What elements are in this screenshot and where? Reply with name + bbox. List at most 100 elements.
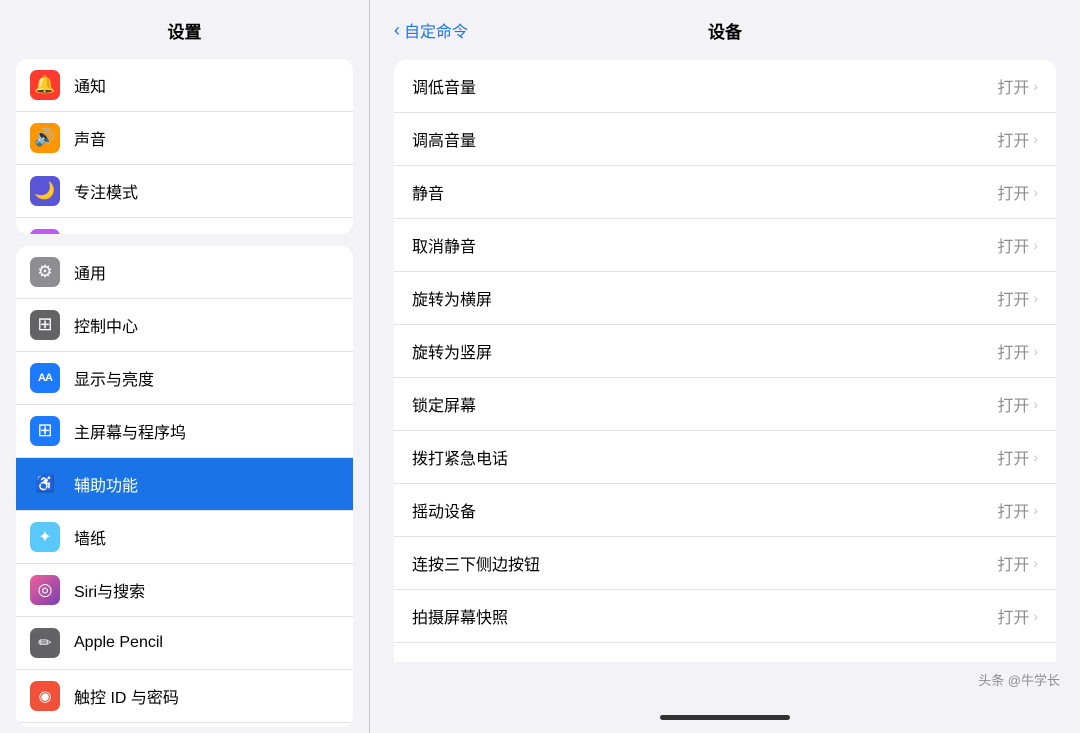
- lower-volume-label: 调低音量: [412, 74, 476, 98]
- settings-group: 调低音量 打开 › 调高音量 打开 › 静音 打开: [394, 60, 1056, 662]
- shake-label: 摇动设备: [412, 498, 476, 522]
- controlcenter-label: 控制中心: [74, 313, 138, 337]
- wallpaper-label: 墙纸: [74, 525, 106, 549]
- right-content: 调低音量 打开 › 调高音量 打开 › 静音 打开: [370, 52, 1080, 662]
- screenshot-chevron: ›: [1033, 608, 1038, 624]
- lock-screen-right: 打开 ›: [997, 392, 1038, 416]
- general-label: 通用: [74, 260, 106, 284]
- unmute-chevron: ›: [1033, 237, 1038, 253]
- raise-volume-chevron: ›: [1033, 131, 1038, 147]
- sidebar-item-screentime[interactable]: ⌛ 屏幕使用时间: [16, 218, 353, 234]
- row-lower-volume[interactable]: 调低音量 打开 ›: [394, 60, 1056, 113]
- siri-label: Siri与搜索: [74, 578, 145, 602]
- row-emergency-call[interactable]: 拨打紧急电话 打开 ›: [394, 431, 1056, 484]
- sidebar-section-1: 🔔 通知 🔊 声音 🌙 专注模式 ⌛ 屏幕使用时间: [16, 59, 353, 234]
- accessibility-icon: ♿: [30, 469, 60, 499]
- controlcenter-icon: ⊞: [30, 310, 60, 340]
- sidebar-title: 设置: [0, 0, 369, 53]
- right-panel: ‹ 自定命令 设备 调低音量 打开 › 调高音量 打开 ›: [370, 0, 1080, 733]
- rotate-landscape-right: 打开 ›: [997, 286, 1038, 310]
- display-icon: AA: [30, 363, 60, 393]
- sounds-label: 声音: [74, 126, 106, 150]
- app-container: 设置 🔔 通知 🔊 声音 🌙 专注模式 ⌛ 屏幕使用时间 ⚙: [0, 0, 1080, 733]
- emergency-call-label: 拨打紧急电话: [412, 445, 508, 469]
- homescreen-icon: ⊞: [30, 416, 60, 446]
- shake-status: 打开: [997, 498, 1029, 522]
- sidebar-item-controlcenter[interactable]: ⊞ 控制中心: [16, 299, 353, 352]
- rotate-portrait-chevron: ›: [1033, 343, 1038, 359]
- row-mute[interactable]: 静音 打开 ›: [394, 166, 1056, 219]
- row-raise-volume[interactable]: 调高音量 打开 ›: [394, 113, 1056, 166]
- triple-press-right: 打开 ›: [997, 551, 1038, 575]
- sidebar-item-display[interactable]: AA 显示与亮度: [16, 352, 353, 405]
- screenshot-right: 打开 ›: [997, 604, 1038, 628]
- mute-status: 打开: [997, 180, 1029, 204]
- row-rotate-portrait[interactable]: 旋转为竖屏 打开 ›: [394, 325, 1056, 378]
- mute-chevron: ›: [1033, 184, 1038, 200]
- raise-volume-status: 打开: [997, 127, 1029, 151]
- rotate-landscape-status: 打开: [997, 286, 1029, 310]
- lower-volume-chevron: ›: [1033, 78, 1038, 94]
- sidebar-item-siri[interactable]: ◎ Siri与搜索: [16, 564, 353, 617]
- applepencil-label: Apple Pencil: [74, 634, 163, 652]
- shake-right: 打开 ›: [997, 498, 1038, 522]
- applepencil-icon: ✏: [30, 628, 60, 658]
- sidebar-item-homescreen[interactable]: ⊞ 主屏幕与程序坞: [16, 405, 353, 458]
- general-icon: ⚙: [30, 257, 60, 287]
- homescreen-label: 主屏幕与程序坞: [74, 419, 186, 443]
- raise-volume-right: 打开 ›: [997, 127, 1038, 151]
- sounds-icon: 🔊: [30, 123, 60, 153]
- sidebar: 设置 🔔 通知 🔊 声音 🌙 专注模式 ⌛ 屏幕使用时间 ⚙: [0, 0, 370, 733]
- emergency-call-chevron: ›: [1033, 449, 1038, 465]
- sidebar-item-battery[interactable]: 🔋 电池: [16, 723, 353, 727]
- screenshot-status: 打开: [997, 604, 1029, 628]
- notifications-label: 通知: [74, 73, 106, 97]
- home-bar: [660, 715, 790, 720]
- home-indicator: [370, 701, 1080, 733]
- unmute-status: 打开: [997, 233, 1029, 257]
- rotate-portrait-label: 旋转为竖屏: [412, 339, 492, 363]
- sidebar-item-notifications[interactable]: 🔔 通知: [16, 59, 353, 112]
- screentime-icon: ⌛: [30, 229, 60, 234]
- sidebar-item-accessibility[interactable]: ♿ 辅助功能: [16, 458, 353, 511]
- lock-screen-label: 锁定屏幕: [412, 392, 476, 416]
- mute-label: 静音: [412, 180, 444, 204]
- row-triple-press[interactable]: 连按三下侧边按钮 打开 ›: [394, 537, 1056, 590]
- wallpaper-icon: ✦: [30, 522, 60, 552]
- emergency-call-status: 打开: [997, 445, 1029, 469]
- sidebar-item-wallpaper[interactable]: ✦ 墙纸: [16, 511, 353, 564]
- back-button[interactable]: ‹ 自定命令: [394, 18, 468, 42]
- screenshot-label: 拍摄屏幕快照: [412, 604, 508, 628]
- sidebar-item-applepencil[interactable]: ✏ Apple Pencil: [16, 617, 353, 670]
- row-rotate-landscape[interactable]: 旋转为横屏 打开 ›: [394, 272, 1056, 325]
- lower-volume-status: 打开: [997, 74, 1029, 98]
- unmute-right: 打开 ›: [997, 233, 1038, 257]
- rotate-landscape-chevron: ›: [1033, 290, 1038, 306]
- emergency-call-right: 打开 ›: [997, 445, 1038, 469]
- lock-screen-status: 打开: [997, 392, 1029, 416]
- notifications-icon: 🔔: [30, 70, 60, 100]
- back-chevron-icon: ‹: [394, 20, 400, 41]
- row-shake[interactable]: 摇动设备 打开 ›: [394, 484, 1056, 537]
- sidebar-item-faceid[interactable]: ◉ 触控 ID 与密码: [16, 670, 353, 723]
- sidebar-item-focus[interactable]: 🌙 专注模式: [16, 165, 353, 218]
- sidebar-item-general[interactable]: ⚙ 通用: [16, 246, 353, 299]
- siri-icon: ◎: [30, 575, 60, 605]
- row-unmute[interactable]: 取消静音 打开 ›: [394, 219, 1056, 272]
- watermark: 头条 @牛学长: [370, 662, 1080, 701]
- triple-press-label: 连按三下侧边按钮: [412, 551, 540, 575]
- mute-right: 打开 ›: [997, 180, 1038, 204]
- row-screenshot[interactable]: 拍摄屏幕快照 打开 ›: [394, 590, 1056, 643]
- rotate-portrait-status: 打开: [997, 339, 1029, 363]
- shake-chevron: ›: [1033, 502, 1038, 518]
- lower-volume-right: 打开 ›: [997, 74, 1038, 98]
- faceid-icon: ◉: [30, 681, 60, 711]
- triple-press-chevron: ›: [1033, 555, 1038, 571]
- row-lock-screen[interactable]: 锁定屏幕 打开 ›: [394, 378, 1056, 431]
- screentime-label: 屏幕使用时间: [74, 232, 170, 234]
- sidebar-item-sounds[interactable]: 🔊 声音: [16, 112, 353, 165]
- focus-icon: 🌙: [30, 176, 60, 206]
- faceid-label: 触控 ID 与密码: [74, 684, 179, 708]
- display-label: 显示与亮度: [74, 366, 154, 390]
- row-analytics[interactable]: 收集分析数据 打开 ›: [394, 643, 1056, 662]
